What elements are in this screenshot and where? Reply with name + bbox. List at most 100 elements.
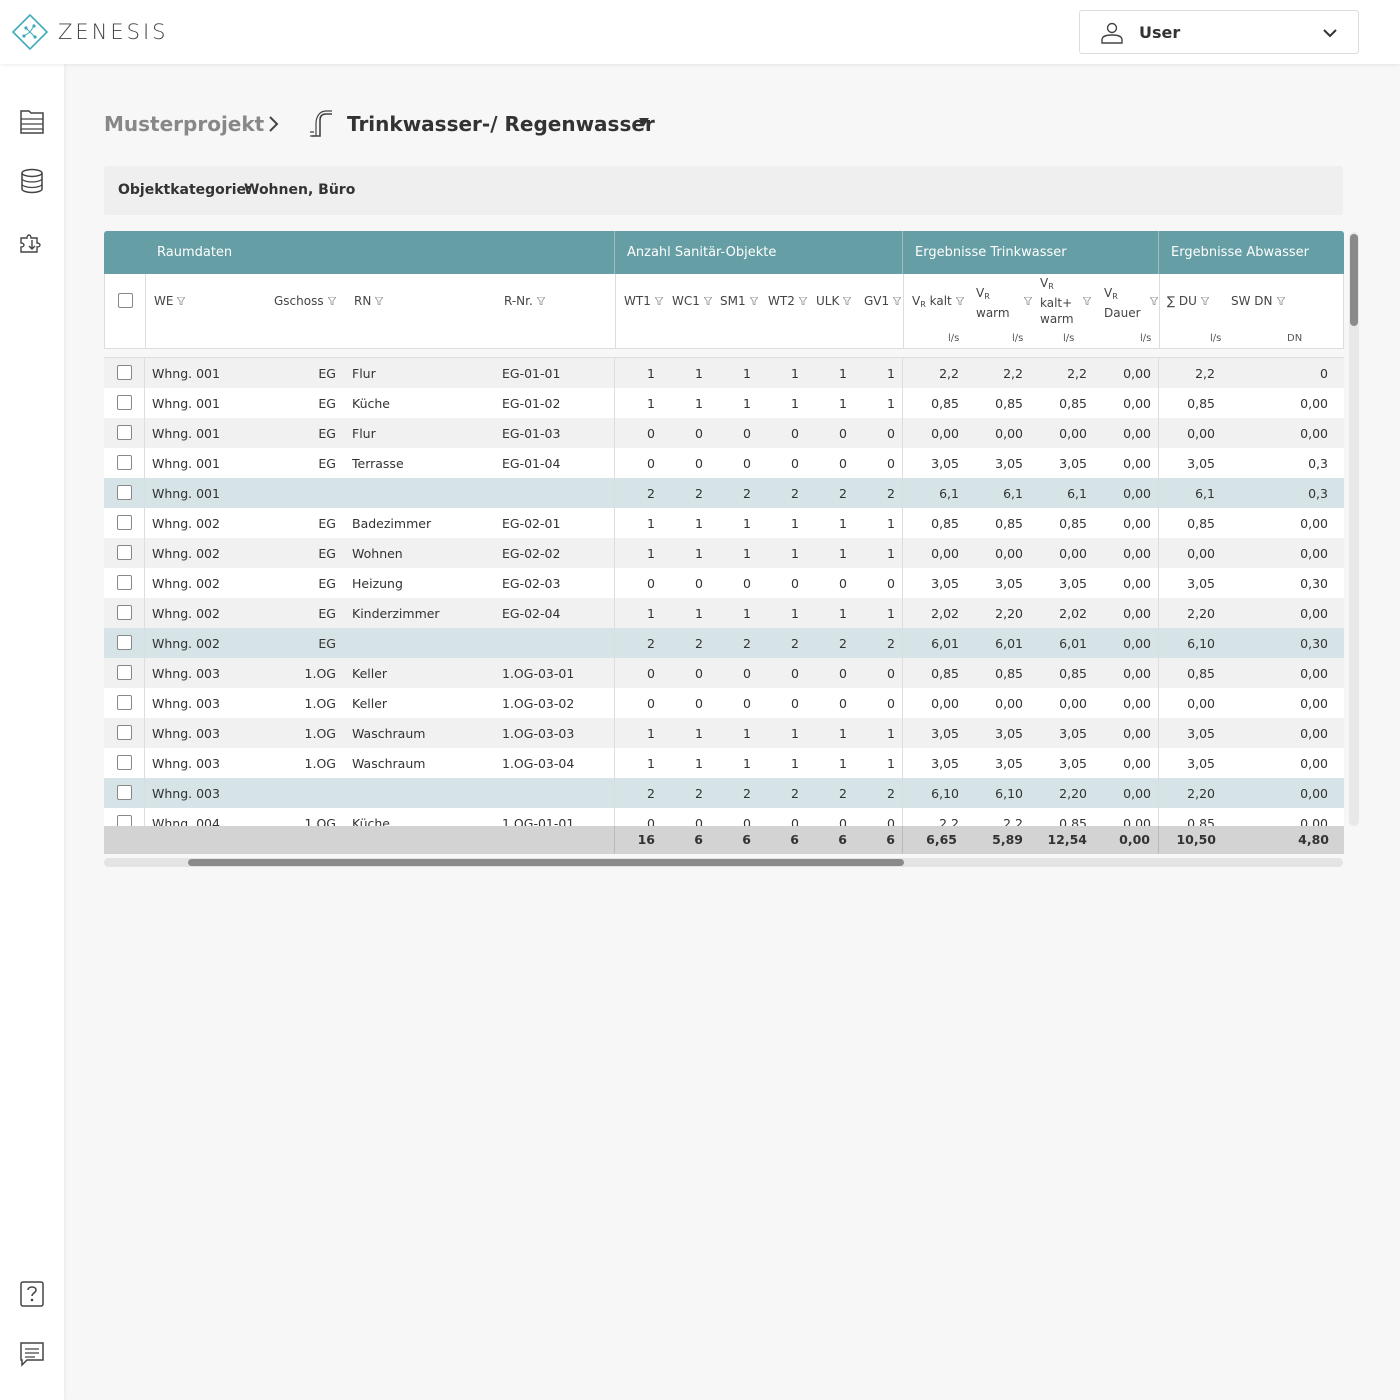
cell-sum-du: 0,85 bbox=[1187, 816, 1215, 826]
table-row[interactable]: Whng. 002 EG Badezimmer EG-02-01 1 1 1 1 1 1 0,85 0… bbox=[104, 508, 1344, 538]
filter-icon[interactable] bbox=[1276, 297, 1285, 305]
row-checkbox[interactable] bbox=[117, 395, 132, 410]
group-sanitaer: Anzahl Sanitär-Objekte bbox=[627, 245, 777, 260]
col-sw-dn[interactable]: SW DN bbox=[1231, 293, 1285, 309]
filter-icon[interactable] bbox=[843, 297, 852, 305]
filter-icon[interactable] bbox=[177, 297, 186, 305]
table-row[interactable]: Whng. 003 1.OG Waschraum 1.OG-03-03 1 1 1 1 1 1 3,… bbox=[104, 718, 1344, 748]
cell-rnr: 1.OG-01-01 bbox=[502, 816, 575, 826]
col-vr-warm[interactable]: VR warm bbox=[976, 285, 1010, 321]
col-wt2[interactable]: WT2 bbox=[768, 293, 807, 309]
total-sm1: 6 bbox=[742, 832, 751, 847]
col-gv1[interactable]: GV1 bbox=[864, 293, 902, 309]
cell-rn: Keller bbox=[352, 666, 388, 681]
col-ulk[interactable]: ULK bbox=[816, 293, 852, 309]
col-vr-kalt[interactable]: VR kalt bbox=[912, 293, 964, 313]
row-checkbox[interactable] bbox=[117, 785, 132, 800]
vertical-scrollbar[interactable] bbox=[1349, 232, 1359, 826]
logo[interactable]: ZENESIS bbox=[12, 14, 169, 50]
col-vr-kalt-warm[interactable]: VR kalt+ warm bbox=[1040, 275, 1074, 327]
chat-icon[interactable] bbox=[19, 1340, 45, 1368]
cell-gschoss: EG bbox=[318, 456, 336, 471]
filter-icon[interactable] bbox=[536, 297, 545, 305]
filter-icon[interactable] bbox=[1024, 297, 1032, 305]
filter-icon[interactable] bbox=[893, 297, 902, 305]
col-sum-du[interactable]: ∑ DU bbox=[1167, 293, 1209, 309]
row-checkbox[interactable] bbox=[117, 545, 132, 560]
subtotal-row[interactable]: Whng. 001 2 2 2 2 2 2 6,1 6,1 6,1 0,00 6,1 0,3 bbox=[104, 478, 1344, 508]
cell-wt2: 1 bbox=[791, 606, 799, 621]
col-sm1[interactable]: SM1 bbox=[720, 293, 758, 309]
folder-stack-icon[interactable] bbox=[19, 107, 45, 135]
row-checkbox[interactable] bbox=[117, 635, 132, 650]
filter-icon[interactable] bbox=[327, 297, 336, 305]
cell-gschoss: EG bbox=[318, 396, 336, 411]
user-dropdown[interactable]: User bbox=[1079, 10, 1359, 54]
total-gv1: 6 bbox=[886, 832, 895, 847]
table-row[interactable]: Whng. 001 EG Flur EG-01-01 1 1 1 1 1 1 2,2 2,2 2,2 0,… bbox=[104, 358, 1344, 388]
help-document-icon[interactable] bbox=[19, 1280, 45, 1308]
row-checkbox[interactable] bbox=[117, 605, 132, 620]
filter-icon[interactable] bbox=[798, 297, 807, 305]
row-checkbox[interactable] bbox=[117, 725, 132, 740]
filter-icon[interactable] bbox=[703, 297, 712, 305]
col-rn[interactable]: RN bbox=[354, 293, 384, 309]
table-row[interactable]: Whng. 002 EG Wohnen EG-02-02 1 1 1 1 1 1 0,00 0,00 0… bbox=[104, 538, 1344, 568]
filter-icon[interactable] bbox=[654, 297, 663, 305]
cell-wt2: 2 bbox=[791, 486, 799, 501]
col-gschoss[interactable]: Gschoss bbox=[274, 293, 336, 309]
subtotal-row[interactable]: Whng. 002 EG 2 2 2 2 2 2 6,01 6,01 6,01 0,00 6,10 0,3… bbox=[104, 628, 1344, 658]
row-checkbox[interactable] bbox=[117, 815, 132, 826]
table-row[interactable]: Whng. 002 EG Kinderzimmer EG-02-04 1 1 1 1 1 1 2,0… bbox=[104, 598, 1344, 628]
row-checkbox[interactable] bbox=[117, 665, 132, 680]
puzzle-download-icon[interactable] bbox=[19, 228, 45, 256]
cell-ulk: 1 bbox=[839, 396, 847, 411]
cell-vr-dauer: 0,00 bbox=[1123, 636, 1151, 651]
row-checkbox[interactable] bbox=[117, 515, 132, 530]
table-row[interactable]: Whng. 003 1.OG Keller 1.OG-03-01 0 0 0 0 0 0 0,85 0… bbox=[104, 658, 1344, 688]
row-checkbox[interactable] bbox=[117, 455, 132, 470]
table-row[interactable]: Whng. 004 1.OG Küche 1.OG-01-01 0 0 0 0 0 0 2,2 2,2… bbox=[104, 808, 1344, 826]
cell-ulk: 1 bbox=[839, 726, 847, 741]
row-checkbox[interactable] bbox=[117, 755, 132, 770]
filter-icon[interactable] bbox=[375, 297, 384, 305]
database-icon[interactable] bbox=[19, 167, 45, 195]
select-all-checkbox[interactable] bbox=[118, 293, 133, 308]
cell-sw-dn: 0,3 bbox=[1308, 486, 1328, 501]
table-row[interactable]: Whng. 003 1.OG Waschraum 1.OG-03-04 1 1 1 1 1 1 3,… bbox=[104, 748, 1344, 778]
filter-icon[interactable] bbox=[1083, 297, 1091, 305]
vertical-scrollbar-thumb[interactable] bbox=[1350, 234, 1358, 326]
col-we[interactable]: WE bbox=[154, 293, 186, 309]
col-vr-dauer[interactable]: VR Dauer bbox=[1104, 285, 1141, 321]
filter-icon[interactable] bbox=[749, 297, 758, 305]
row-checkbox[interactable] bbox=[117, 425, 132, 440]
breadcrumb-project[interactable]: Musterprojekt bbox=[104, 112, 264, 136]
table-row[interactable]: Whng. 002 EG Heizung EG-02-03 0 0 0 0 0 0 3,05 3,05… bbox=[104, 568, 1344, 598]
filter-icon[interactable] bbox=[1150, 297, 1158, 305]
filter-icon[interactable] bbox=[955, 297, 964, 305]
filter-icon[interactable] bbox=[1200, 297, 1209, 305]
cell-vr-dauer: 0,00 bbox=[1123, 696, 1151, 711]
cell-sw-dn: 0,30 bbox=[1300, 576, 1328, 591]
horizontal-scrollbar-thumb[interactable] bbox=[188, 859, 904, 866]
cell-we: Whng. 001 bbox=[152, 426, 220, 441]
table-row[interactable]: Whng. 001 EG Küche EG-01-02 1 1 1 1 1 1 0,85 0,85 0,… bbox=[104, 388, 1344, 418]
row-checkbox[interactable] bbox=[117, 575, 132, 590]
discipline-selector[interactable]: Trinkwasser-/ Regenwasser bbox=[347, 112, 655, 136]
row-checkbox[interactable] bbox=[117, 365, 132, 380]
cell-vr-dauer: 0,00 bbox=[1123, 726, 1151, 741]
table-row[interactable]: Whng. 001 EG Flur EG-01-03 0 0 0 0 0 0 0,00 0,00 0,0… bbox=[104, 418, 1344, 448]
cell-rnr: 1.OG-03-03 bbox=[502, 726, 575, 741]
col-wt1[interactable]: WT1 bbox=[624, 293, 663, 309]
col-wc1[interactable]: WC1 bbox=[672, 293, 712, 309]
col-rnr[interactable]: R-Nr. bbox=[504, 293, 545, 309]
horizontal-scrollbar[interactable] bbox=[104, 858, 1343, 867]
group-abwasser: Ergebnisse Abwasser bbox=[1171, 245, 1309, 260]
row-checkbox[interactable] bbox=[117, 695, 132, 710]
cell-rn: Keller bbox=[352, 696, 388, 711]
subtotal-row[interactable]: Whng. 003 2 2 2 2 2 2 6,10 6,10 2,20 0,00 2,20 0,00 bbox=[104, 778, 1344, 808]
row-checkbox[interactable] bbox=[117, 485, 132, 500]
table-row[interactable]: Whng. 001 EG Terrasse EG-01-04 0 0 0 0 0 0 3,05 3,0… bbox=[104, 448, 1344, 478]
caret-down-icon[interactable] bbox=[639, 118, 649, 126]
table-row[interactable]: Whng. 003 1.OG Keller 1.OG-03-02 0 0 0 0 0 0 0,00 0… bbox=[104, 688, 1344, 718]
